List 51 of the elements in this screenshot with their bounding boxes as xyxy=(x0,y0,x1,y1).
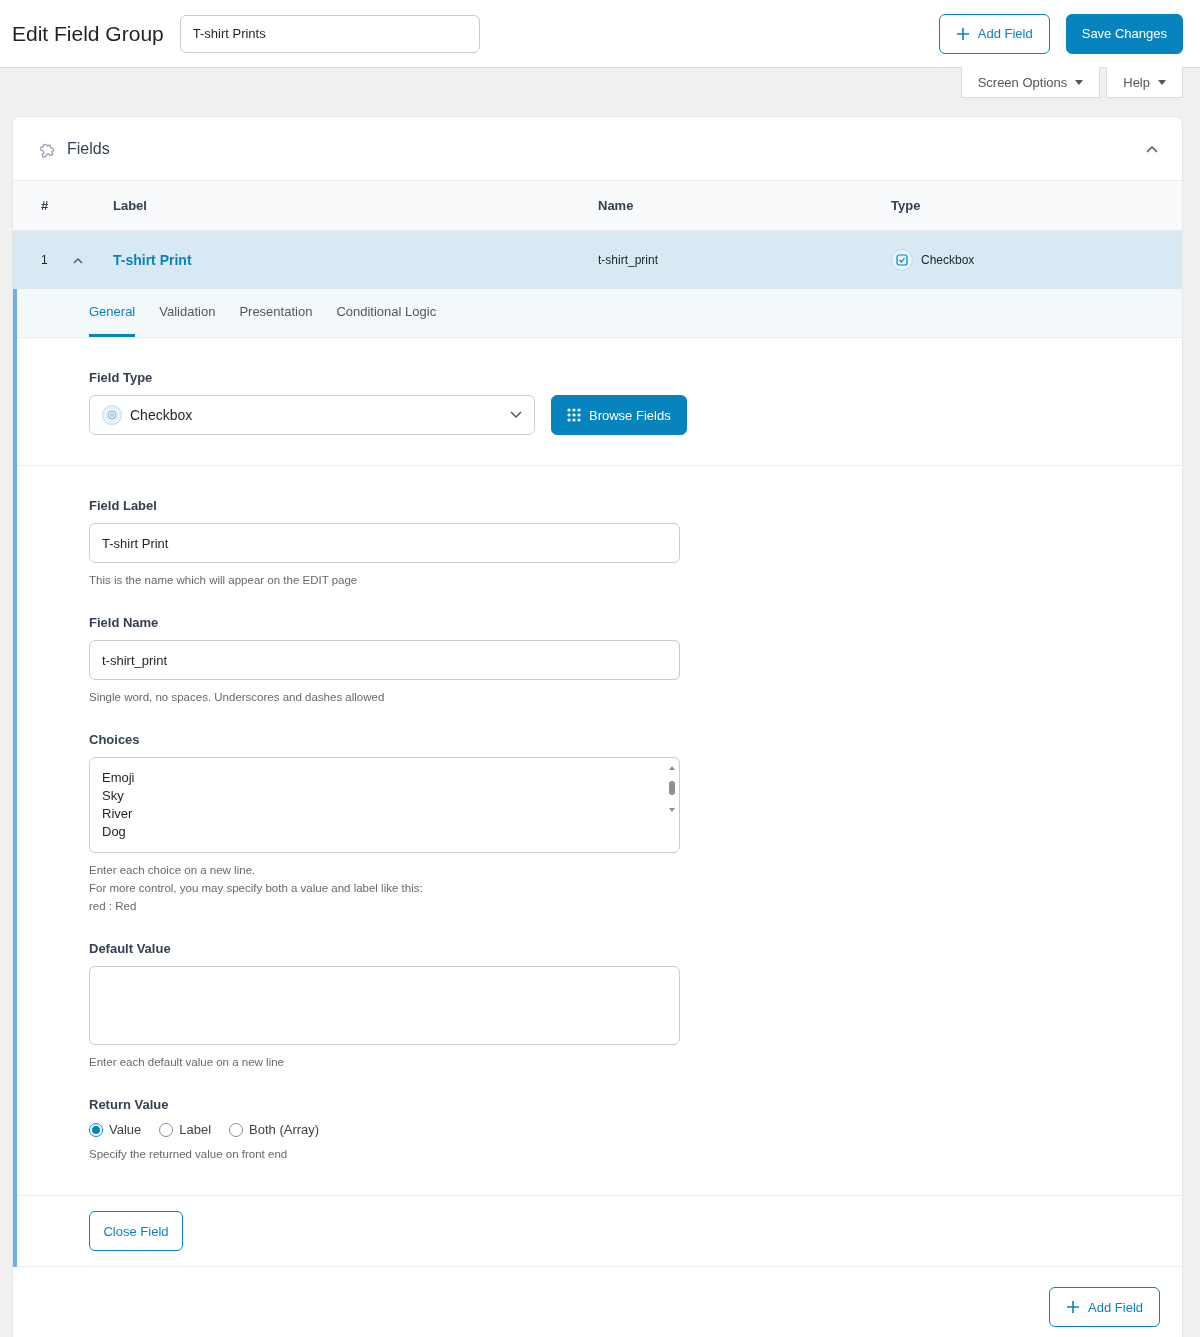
grid-icon xyxy=(567,408,581,422)
field-type-select[interactable]: Checkbox xyxy=(89,395,535,435)
save-changes-button[interactable]: Save Changes xyxy=(1065,13,1183,54)
textarea-field[interactable]: Emoji Sky River Dog xyxy=(89,757,680,853)
close-field-button[interactable]: Close Field xyxy=(89,1211,183,1251)
column-header: Name xyxy=(598,198,635,213)
chevron-icon[interactable] xyxy=(73,256,83,264)
help-text: For more control, you may specify both a value and label like this: xyxy=(89,881,424,896)
help-text: This is the name which will appear on the EDIT page xyxy=(89,573,359,588)
settings-tab[interactable]: Presentation xyxy=(239,289,313,337)
field-label: Default Value xyxy=(89,941,172,956)
plus-icon xyxy=(955,26,970,41)
field-label: Field Type xyxy=(89,370,154,385)
help-text: red : Red xyxy=(89,899,138,914)
radio-option[interactable]: Label xyxy=(159,1122,212,1137)
panel-title: Fields xyxy=(67,139,110,158)
settings-tab[interactable]: General xyxy=(89,289,136,337)
add-field-button[interactable]: Add Field xyxy=(938,13,1050,54)
screen-meta-button[interactable]: Screen Options xyxy=(960,67,1101,98)
table-cell-text: t-shirt_print xyxy=(598,253,660,267)
page-title: Edit Field Group xyxy=(12,21,164,46)
table-cell-text: 1 xyxy=(40,253,49,267)
browse-fields-button[interactable]: Browse Fields xyxy=(551,395,687,435)
field-label: Return Value xyxy=(89,1097,170,1112)
field-label: Choices xyxy=(89,732,141,747)
chevron-down-icon xyxy=(510,411,522,419)
text-input-field[interactable]: T-shirt Print xyxy=(89,523,680,563)
radio-option[interactable]: Value xyxy=(89,1122,142,1137)
field-label: Field Name xyxy=(89,615,160,630)
help-text: Specify the returned value on front end xyxy=(89,1147,289,1162)
textarea-field[interactable] xyxy=(89,966,680,1045)
table-cell: Checkbox xyxy=(921,253,975,267)
help-text: Enter each choice on a new line. xyxy=(89,863,257,878)
add-field-button[interactable]: Add Field xyxy=(1049,1287,1160,1327)
screen-meta-button[interactable]: Help xyxy=(1106,67,1183,98)
field-label: Field Label xyxy=(89,498,158,513)
text-input-field[interactable]: t-shirt_print xyxy=(89,640,680,680)
column-header: Type xyxy=(891,198,922,213)
group-name-field[interactable]: T-shirt Prints xyxy=(179,14,480,53)
scrollbar-icon xyxy=(668,764,676,814)
radio-option[interactable]: Both (Array) xyxy=(229,1122,320,1137)
column-header: Label xyxy=(113,198,148,213)
column-header: # xyxy=(40,198,50,213)
plus-icon xyxy=(1066,1300,1081,1314)
checkbox-icon xyxy=(891,249,913,271)
settings-tab[interactable]: Conditional Logic xyxy=(336,289,437,337)
help-text: Enter each default value on a new line xyxy=(89,1055,285,1070)
settings-tab[interactable]: Validation xyxy=(159,289,216,337)
chevron-icon[interactable] xyxy=(1146,144,1158,153)
help-text: Single word, no spaces. Underscores and dashes allowed xyxy=(89,690,386,705)
field-type-icon xyxy=(102,405,122,425)
